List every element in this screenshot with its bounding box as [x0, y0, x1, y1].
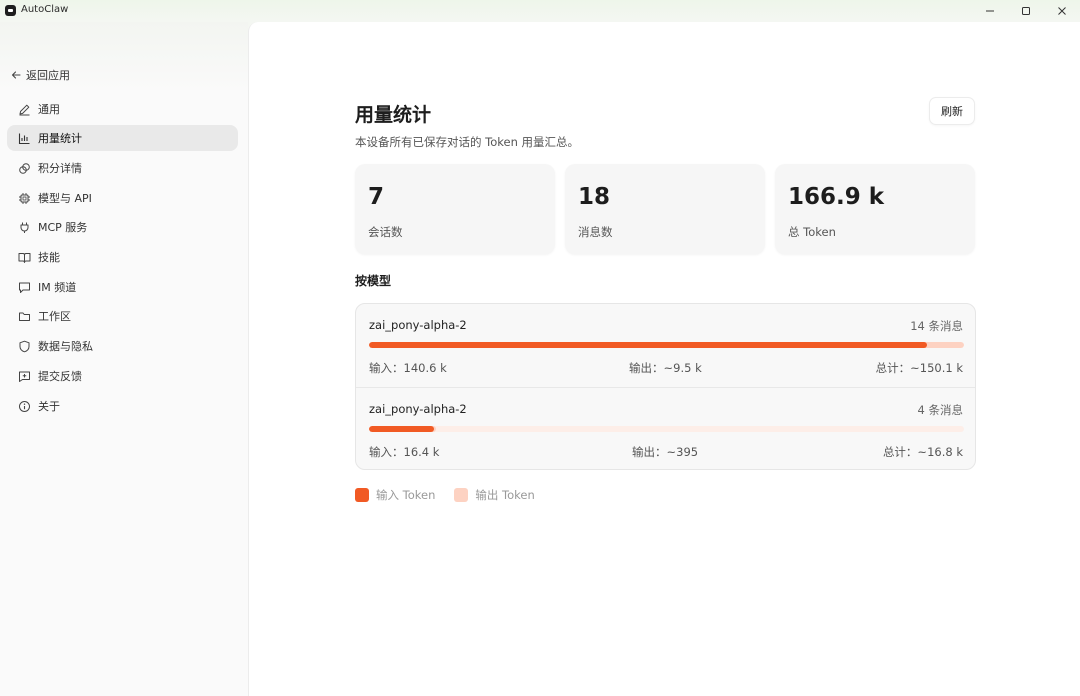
back-to-app-link[interactable]: 返回应用 [11, 67, 70, 83]
coins-icon [18, 162, 31, 175]
title-bar: AutoClaw [0, 0, 1080, 22]
input-token-bar [369, 426, 434, 432]
legend-swatch [454, 488, 469, 502]
sidebar-item-label: 提交反馈 [38, 370, 82, 383]
sidebar: 返回应用 通用 用量统计 积分详情 模型与 API MCP 服务 技能 IM 频… [0, 22, 248, 696]
output-tokens: 输出：~395 [632, 445, 699, 459]
stat-label: 总 Token [788, 225, 836, 239]
sidebar-item-label: 技能 [38, 251, 60, 264]
bar-chart-icon [18, 132, 31, 145]
stat-value: 7 [368, 184, 385, 210]
folder-icon [18, 310, 31, 323]
model-usage-row: zai_pony-alpha-2 4 条消息 输入：16.4 k 输出：~395… [356, 387, 975, 469]
close-icon [1058, 7, 1066, 15]
sidebar-item-skills[interactable]: 技能 [7, 244, 238, 270]
feedback-icon [18, 370, 31, 383]
input-token-bar [369, 342, 927, 348]
sidebar-item-label: 积分详情 [38, 162, 82, 175]
legend-input: 输入 Token [355, 487, 435, 503]
model-name: zai_pony-alpha-2 [369, 402, 467, 416]
model-name: zai_pony-alpha-2 [369, 318, 467, 332]
token-legend: 输入 Token 输出 Token [355, 487, 554, 503]
token-usage-bar [369, 342, 964, 348]
sidebar-item-im-channel[interactable]: IM 频道 [7, 274, 238, 300]
main-panel: 用量统计 本设备所有已保存对话的 Token 用量汇总。 刷新 7 会话数 18… [248, 22, 1080, 696]
stat-label: 会话数 [368, 225, 403, 239]
chip-icon [18, 192, 31, 205]
sidebar-item-label: 数据与隐私 [38, 340, 93, 353]
model-message-count: 4 条消息 [917, 403, 963, 417]
app-title: AutoClaw [21, 4, 69, 15]
page-subtitle: 本设备所有已保存对话的 Token 用量汇总。 [355, 135, 580, 149]
model-message-count: 14 条消息 [910, 319, 963, 333]
by-model-title: 按模型 [355, 274, 392, 288]
sidebar-item-label: 工作区 [38, 310, 71, 323]
page-title: 用量统计 [355, 104, 432, 126]
sidebar-item-about[interactable]: 关于 [7, 393, 238, 419]
model-usage-list: zai_pony-alpha-2 14 条消息 输入：140.6 k 输出：~9… [355, 303, 976, 470]
stat-label: 消息数 [578, 225, 613, 239]
sidebar-item-workspace[interactable]: 工作区 [7, 303, 238, 329]
legend-swatch [355, 488, 369, 502]
minimize-button[interactable] [972, 0, 1008, 22]
legend-label: 输出 Token [475, 488, 535, 502]
plug-icon [18, 221, 31, 234]
close-button[interactable] [1044, 0, 1080, 22]
sidebar-item-feedback[interactable]: 提交反馈 [7, 363, 238, 389]
book-icon [18, 251, 31, 264]
legend-label: 输入 Token [376, 488, 436, 502]
input-tokens: 输入：140.6 k [369, 361, 447, 375]
input-tokens: 输入：16.4 k [369, 445, 440, 459]
pencil-icon [18, 103, 31, 116]
stat-card-tokens: 166.9 k 总 Token [775, 164, 975, 254]
chat-icon [18, 281, 31, 294]
sidebar-item-label: 通用 [38, 103, 60, 116]
model-usage-row: zai_pony-alpha-2 14 条消息 输入：140.6 k 输出：~9… [356, 304, 975, 387]
info-icon [18, 400, 31, 413]
app-logo-icon [5, 5, 16, 16]
sidebar-item-data-privacy[interactable]: 数据与隐私 [7, 333, 238, 359]
total-tokens: 总计：~16.8 k [882, 445, 963, 459]
output-tokens: 输出：~9.5 k [629, 361, 702, 375]
total-tokens: 总计：~150.1 k [875, 361, 963, 375]
sidebar-item-usage[interactable]: 用量统计 [7, 125, 238, 151]
sidebar-item-mcp[interactable]: MCP 服务 [7, 214, 238, 240]
refresh-button[interactable]: 刷新 [929, 97, 975, 125]
token-usage-bar [369, 426, 964, 432]
back-to-app-label: 返回应用 [26, 69, 70, 82]
stat-card-sessions: 7 会话数 [355, 164, 555, 254]
sidebar-item-general[interactable]: 通用 [7, 96, 238, 122]
maximize-icon [1022, 7, 1030, 15]
legend-output: 输出 Token [454, 487, 535, 503]
sidebar-item-label: 关于 [38, 400, 60, 413]
sidebar-item-label: 用量统计 [38, 132, 82, 145]
arrow-left-icon [11, 71, 21, 79]
sidebar-item-credits[interactable]: 积分详情 [7, 155, 238, 181]
stat-value: 18 [578, 184, 611, 210]
stat-value: 166.9 k [788, 184, 885, 210]
sidebar-item-label: IM 频道 [38, 281, 77, 294]
stat-card-messages: 18 消息数 [565, 164, 765, 254]
sidebar-item-label: 模型与 API [38, 192, 92, 205]
shield-icon [18, 340, 31, 353]
sidebar-item-models-api[interactable]: 模型与 API [7, 185, 238, 211]
maximize-button[interactable] [1008, 0, 1044, 22]
sidebar-item-label: MCP 服务 [38, 221, 88, 234]
minimize-icon [986, 10, 994, 12]
